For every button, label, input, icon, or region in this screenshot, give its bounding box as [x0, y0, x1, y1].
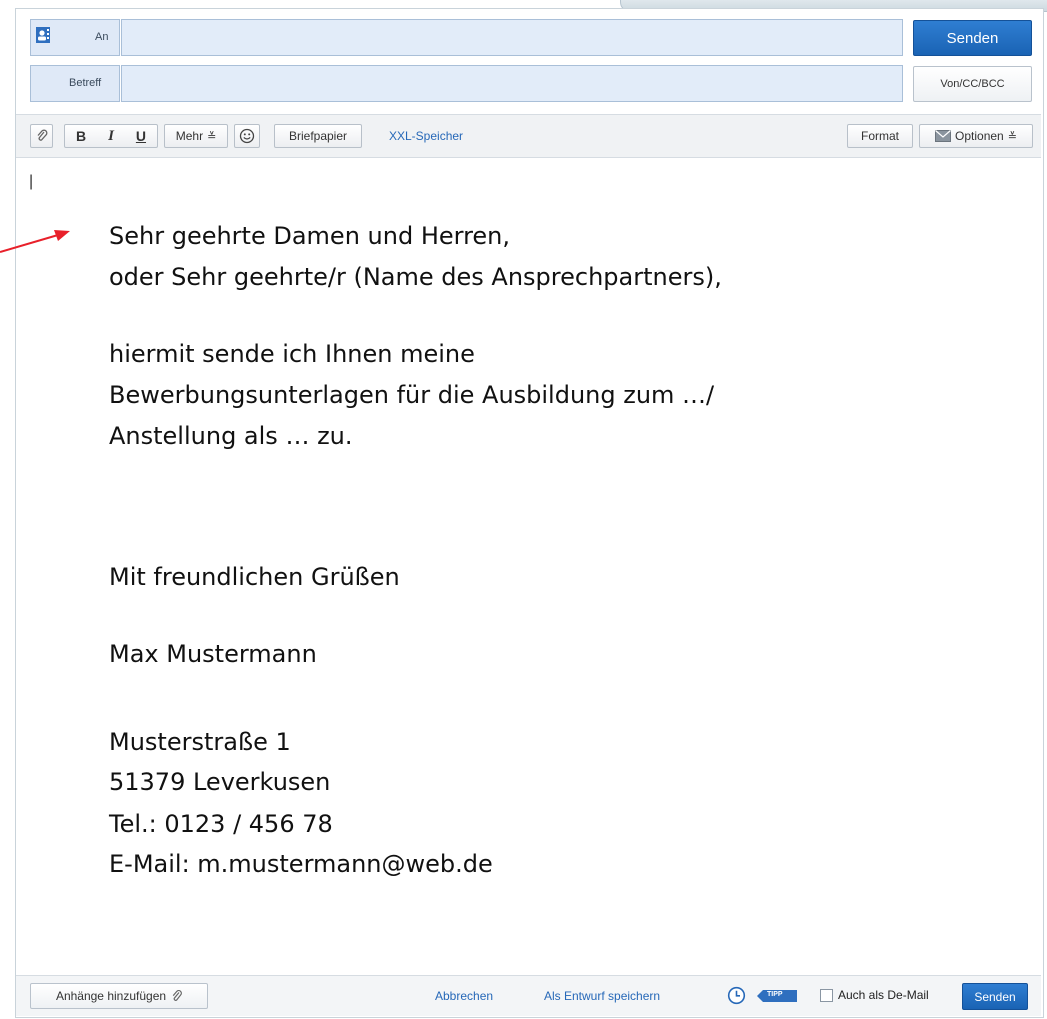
more-button[interactable]: Mehr ≚ — [164, 124, 228, 148]
subject-label-box: Betreff — [30, 65, 120, 102]
body-line-3: Anstellung als … zu. — [109, 422, 353, 450]
italic-button[interactable]: I — [108, 128, 114, 145]
double-chevron-icon: ≚ — [207, 130, 217, 143]
subject-input[interactable] — [121, 65, 903, 102]
save-draft-link[interactable]: Als Entwurf speichern — [544, 989, 660, 1003]
tip-badge[interactable]: TIPP — [757, 990, 797, 1002]
formatting-toolbar: B I U Mehr ≚ Briefpapier XXL-Speicher Fo… — [16, 114, 1041, 158]
options-button[interactable]: Optionen ≚ — [919, 124, 1033, 148]
more-label: Mehr — [175, 129, 204, 143]
emoji-button[interactable] — [234, 124, 260, 148]
underline-button[interactable]: U — [136, 128, 146, 144]
address-city: 51379 Leverkusen — [109, 768, 331, 796]
de-mail-checkbox[interactable] — [820, 989, 833, 1002]
email-line: E-Mail: m.mustermann@web.de — [109, 850, 493, 878]
phone-line: Tel.: 0123 / 456 78 — [109, 810, 333, 838]
von-cc-bcc-button[interactable]: Von/CC/BCC — [913, 66, 1032, 102]
body-line-2: Bewerbungsunterlagen für die Ausbildung … — [109, 381, 715, 409]
clock-icon[interactable] — [727, 986, 746, 1005]
annotation-arrow-icon — [0, 230, 70, 253]
cancel-link[interactable]: Abbrechen — [435, 989, 493, 1003]
footer-send-button[interactable]: Senden — [962, 983, 1028, 1010]
text-style-group: B I U — [64, 124, 158, 148]
address-street: Musterstraße 1 — [109, 728, 291, 756]
signature-name: Max Mustermann — [109, 640, 317, 668]
paperclip-icon — [172, 989, 182, 1001]
add-attachment-button[interactable]: Anhänge hinzufügen — [30, 983, 208, 1009]
greeting-line: Sehr geehrte Damen und Herren, — [109, 222, 511, 250]
compose-footer: Anhänge hinzufügen Abbrechen Als Entwurf… — [16, 975, 1041, 1016]
attach-button[interactable] — [30, 124, 53, 148]
subject-label: Betreff — [69, 77, 102, 89]
closing-line: Mit freundlichen Grüßen — [109, 563, 400, 591]
paperclip-icon — [37, 129, 47, 141]
send-button[interactable]: Senden — [913, 20, 1032, 56]
smiley-icon — [239, 128, 255, 144]
double-chevron-icon: ≚ — [1007, 130, 1017, 143]
format-button[interactable]: Format — [847, 124, 913, 148]
options-label: Optionen — [955, 129, 1004, 143]
to-label: An — [95, 31, 109, 43]
add-attachment-label: Anhänge hinzufügen — [55, 989, 167, 1003]
greeting-alt-line: oder Sehr geehrte/r (Name des Ansprechpa… — [109, 263, 722, 291]
bold-button[interactable]: B — [76, 128, 86, 144]
briefpapier-button[interactable]: Briefpapier — [274, 124, 362, 148]
envelope-icon — [935, 130, 952, 142]
to-label-box[interactable]: An — [30, 19, 120, 56]
body-line-1: hiermit sende ich Ihnen meine — [109, 340, 475, 368]
text-cursor: | — [29, 173, 34, 190]
xxl-speicher-link[interactable]: XXL-Speicher — [389, 129, 463, 143]
address-book-icon[interactable] — [36, 27, 50, 43]
to-input[interactable] — [121, 19, 903, 56]
tip-label: TIPP — [767, 991, 783, 998]
de-mail-label: Auch als De-Mail — [838, 988, 929, 1002]
